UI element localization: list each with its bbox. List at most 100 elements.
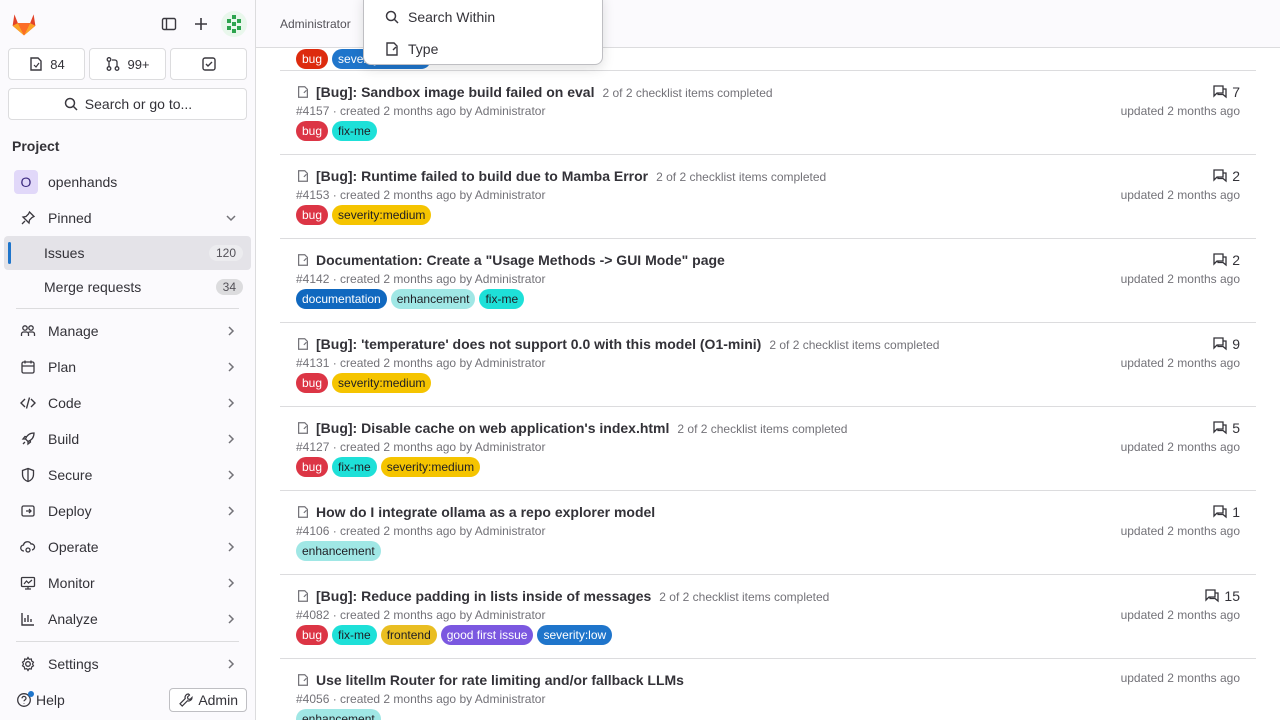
merge-request-icon xyxy=(107,57,120,71)
issue-title[interactable]: Use litellm Router for rate limiting and… xyxy=(316,672,684,688)
sidebar-item-analyze[interactable]: Analyze xyxy=(4,601,251,637)
chevron-right-icon xyxy=(228,326,235,336)
sidebar-item-label: Deploy xyxy=(48,503,92,519)
pinned-item-merge-requests[interactable]: Merge requests 34 xyxy=(4,270,251,304)
label-bug[interactable]: bug xyxy=(296,625,329,645)
issue-meta: #4131 · created 2 months ago by Administ… xyxy=(296,356,546,370)
sidebar-item-plan[interactable]: Plan xyxy=(4,349,251,385)
label-fix-me[interactable]: fix-me xyxy=(332,457,377,477)
issue-row[interactable]: [Bug]: Runtime failed to build due to Ma… xyxy=(280,155,1256,239)
merge-requests-button[interactable]: 99+ xyxy=(89,48,166,80)
pinned-section-toggle[interactable]: Pinned xyxy=(4,200,251,236)
issues-icon xyxy=(30,57,42,71)
issue-row[interactable]: Documentation: Create a "Usage Methods -… xyxy=(280,239,1256,323)
updated-time: updated 2 months ago xyxy=(1120,188,1240,202)
comments-number: 5 xyxy=(1232,420,1240,436)
issue-labels: bug fix-me frontend good first issue sev… xyxy=(296,625,1240,645)
comments-icon xyxy=(1213,85,1227,99)
comments-number: 1 xyxy=(1232,504,1240,520)
issue-title[interactable]: [Bug]: Disable cache on web application'… xyxy=(316,420,669,436)
label-severity-medium[interactable]: severity:medium xyxy=(380,457,481,477)
label-bug[interactable]: bug xyxy=(296,457,329,477)
comments-number: 2 xyxy=(1232,168,1240,184)
issue-title[interactable]: Documentation: Create a "Usage Methods -… xyxy=(316,252,725,268)
sidebar-item-settings[interactable]: Settings xyxy=(4,646,251,682)
issue-row[interactable]: [Bug]: 'temperature' does not support 0.… xyxy=(280,323,1256,407)
label-fix-me[interactable]: fix-me xyxy=(332,121,377,141)
todo-button[interactable] xyxy=(170,48,247,80)
sidebar-item-deploy[interactable]: Deploy xyxy=(4,493,251,529)
sidebar-item-monitor[interactable]: Monitor xyxy=(4,565,251,601)
issue-row[interactable]: Use litellm Router for rate limiting and… xyxy=(280,659,1256,720)
label-severity-medium[interactable]: severity:medium xyxy=(332,373,432,393)
label-enhancement[interactable]: enhancement xyxy=(296,709,381,720)
project-link[interactable]: O openhands xyxy=(4,164,251,200)
user-avatar[interactable] xyxy=(221,11,247,37)
sidebar-item-operate[interactable]: Operate xyxy=(4,529,251,565)
issue-title[interactable]: [Bug]: Reduce padding in lists inside of… xyxy=(316,588,651,604)
label-severity-medium[interactable]: severity:medium xyxy=(332,205,432,225)
issue-meta: #4142 · created 2 months ago by Administ… xyxy=(296,272,546,286)
sidebar-item-label: Plan xyxy=(48,359,77,375)
pinned-item-issues[interactable]: Issues 120 xyxy=(4,236,251,270)
comments-count: 5 xyxy=(1121,419,1240,437)
create-new-button[interactable] xyxy=(185,8,217,40)
assigned-issues-button[interactable]: 84 xyxy=(8,48,85,80)
issue-row[interactable]: How do I integrate ollama as a repo expl… xyxy=(280,491,1256,575)
chevron-right-icon xyxy=(228,362,235,372)
label-fix-me[interactable]: fix-me xyxy=(479,289,525,309)
issue-title[interactable]: How do I integrate ollama as a repo expl… xyxy=(316,504,655,520)
issue-type-icon xyxy=(298,674,308,686)
label-fix-me[interactable]: fix-me xyxy=(332,625,377,645)
monitor-icon xyxy=(20,576,36,590)
dropdown-item-search-within[interactable]: Search Within xyxy=(368,1,598,33)
sidebar-item-code[interactable]: Code xyxy=(4,385,251,421)
pinned-item-label: Issues xyxy=(44,245,85,261)
label-frontend[interactable]: frontend xyxy=(380,625,437,645)
issue-meta: #4157 · created 2 months ago by Administ… xyxy=(296,104,546,118)
label-bug[interactable]: bug xyxy=(296,373,329,393)
sidebar-item-manage[interactable]: Manage xyxy=(4,313,251,349)
label-severity-low[interactable]: severity:low xyxy=(537,625,613,645)
issue-title[interactable]: [Bug]: Sandbox image build failed on eva… xyxy=(316,84,594,100)
label-bug[interactable]: bug xyxy=(296,205,329,225)
sidebar-header xyxy=(0,0,255,48)
issue-title[interactable]: [Bug]: 'temperature' does not support 0.… xyxy=(316,336,761,352)
sidebar-item-label: Analyze xyxy=(48,611,98,627)
gitlab-logo[interactable] xyxy=(10,10,38,38)
label-bug[interactable]: bug xyxy=(296,49,329,69)
wrench-icon xyxy=(179,693,193,707)
issue-meta: #4082 · created 2 months ago by Administ… xyxy=(296,608,546,622)
search-button[interactable]: Search or go to... xyxy=(8,88,247,120)
help-button[interactable]: Help xyxy=(16,691,65,708)
label-enhancement[interactable]: enhancement xyxy=(390,289,476,309)
chevron-right-icon xyxy=(228,659,235,669)
issue-labels: bug fix-me severity:medium xyxy=(296,457,1240,477)
label-bug[interactable]: bug xyxy=(296,121,329,141)
sidebar-item-label: Manage xyxy=(48,323,99,339)
section-title: Project xyxy=(12,138,60,154)
plus-icon xyxy=(195,18,207,30)
label-documentation[interactable]: documentation xyxy=(296,289,387,309)
issue-row[interactable]: [Bug]: Sandbox image build failed on eva… xyxy=(280,71,1256,155)
collapse-sidebar-button[interactable] xyxy=(153,8,185,40)
issue-row[interactable]: [Bug]: Reduce padding in lists inside of… xyxy=(280,575,1256,659)
comments-count: 7 xyxy=(1121,83,1240,101)
label-good-first-issue[interactable]: good first issue xyxy=(440,625,534,645)
label-enhancement[interactable]: enhancement xyxy=(296,541,381,561)
issue-type-icon xyxy=(298,254,308,266)
issue-meta: #4127 · created 2 months ago by Administ… xyxy=(296,440,546,454)
sidebar-item-label: Code xyxy=(48,395,82,411)
sidebar-nav: Project O openhands Pinned Issues 120 Me… xyxy=(0,128,255,720)
issue-meta: #4106 · created 2 months ago by Administ… xyxy=(296,524,546,538)
divider xyxy=(16,641,239,642)
breadcrumb[interactable]: Administrator xyxy=(280,17,351,31)
admin-button[interactable]: Admin xyxy=(169,688,247,712)
dropdown-item-type[interactable]: Type xyxy=(368,33,598,65)
sidebar-item-build[interactable]: Build xyxy=(4,421,251,457)
code-icon xyxy=(20,397,36,409)
issue-row[interactable]: [Bug]: Disable cache on web application'… xyxy=(280,407,1256,491)
sidebar-item-secure[interactable]: Secure xyxy=(4,457,251,493)
issue-type-icon xyxy=(298,86,308,98)
issue-title[interactable]: [Bug]: Runtime failed to build due to Ma… xyxy=(316,168,648,184)
